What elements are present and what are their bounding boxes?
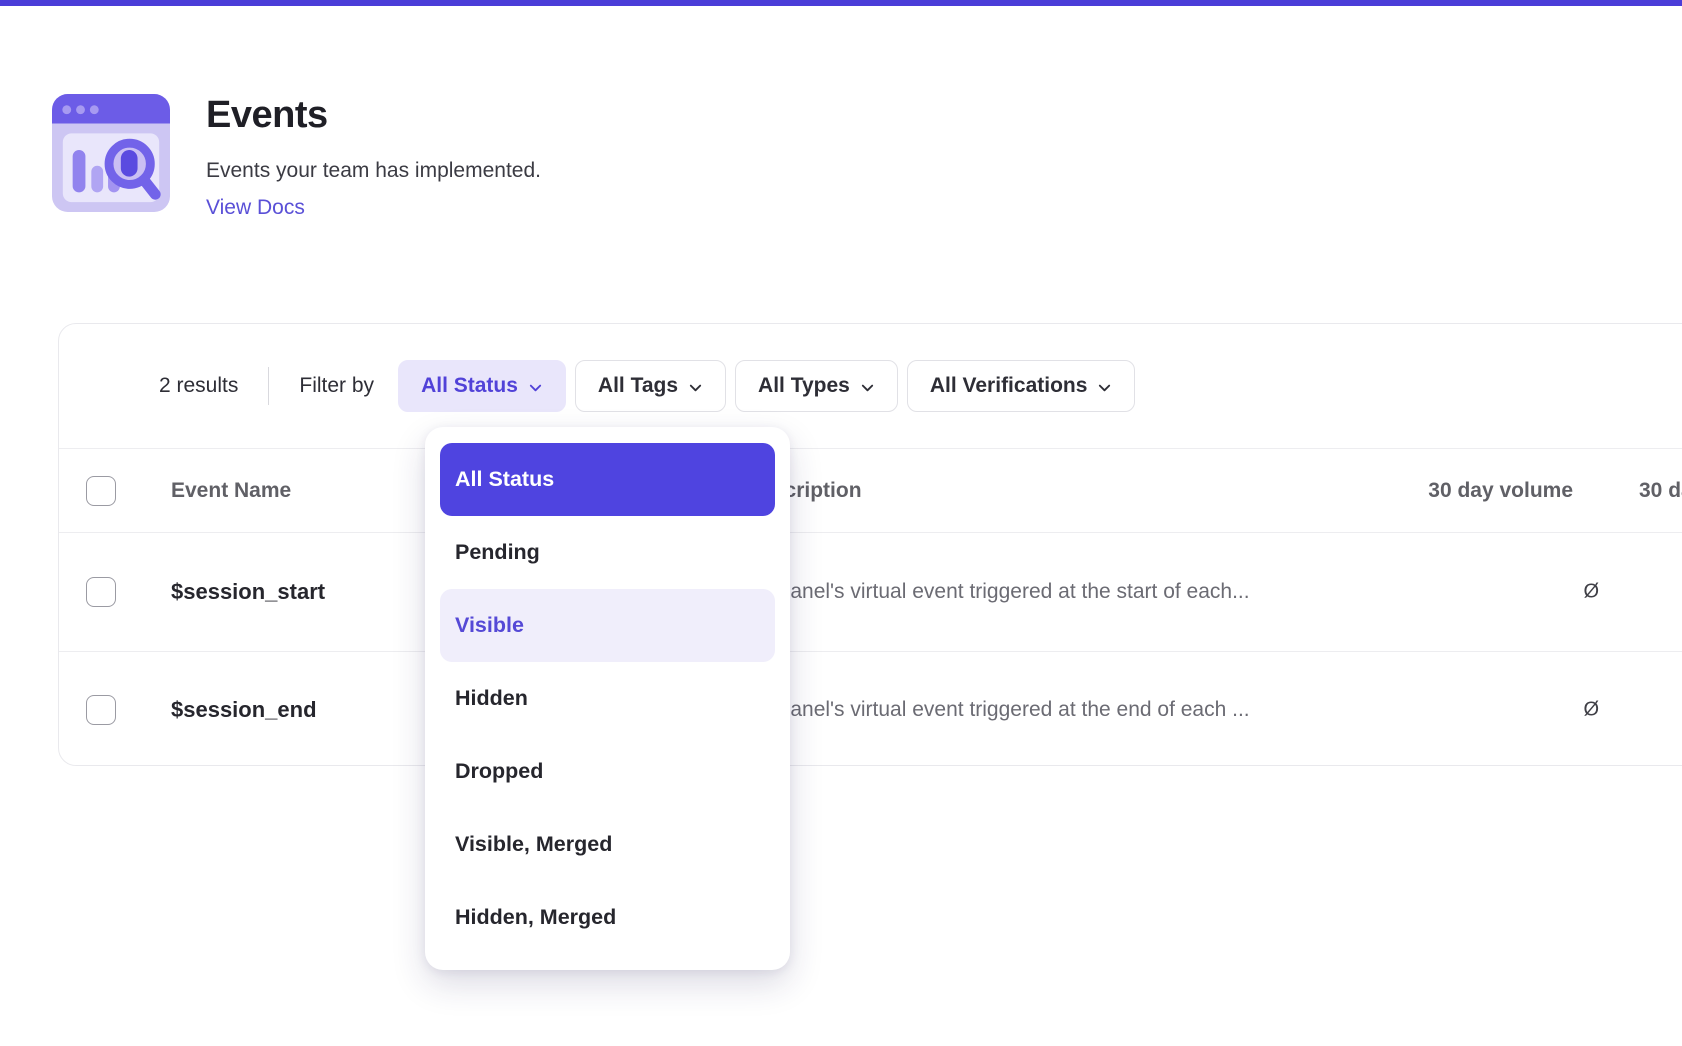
select-all-checkbox[interactable] [86,476,116,506]
page-header-text: Events Events your team has implemented.… [206,94,541,220]
events-page-icon [52,94,170,212]
table-header-row: Event Name Description 30 day volume 30 … [59,448,1682,533]
column-header-30-day-volume: 30 day volume [1213,479,1573,503]
event-description-cell: Mixpanel's virtual event triggered at th… [746,698,1250,722]
page-subtitle: Events your team has implemented. [206,158,541,183]
event-volume-cell: Ø [1239,698,1599,721]
tags-filter-label: All Tags [598,374,678,398]
dropdown-item-visible-merged[interactable]: Visible, Merged [440,808,775,881]
tags-filter-button[interactable]: All Tags [575,360,726,412]
table-row[interactable]: $session_start Mixpanel's virtual event … [59,533,1682,652]
results-count: 2 results [159,374,238,398]
event-name-cell[interactable]: $session_end [171,697,317,723]
view-docs-link[interactable]: View Docs [206,195,541,220]
chevron-down-icon [1097,380,1112,395]
status-filter-label: All Status [421,374,518,398]
dropdown-item-pending[interactable]: Pending [440,516,775,589]
verifications-filter-label: All Verifications [930,374,1088,398]
dropdown-item-visible[interactable]: Visible [440,589,775,662]
row-checkbox[interactable] [86,577,116,607]
table-row[interactable]: $session_end Mixpanel's virtual event tr… [59,652,1682,767]
chevron-down-icon [528,380,543,395]
status-filter-button[interactable]: All Status [398,360,566,412]
filter-by-label: Filter by [299,374,374,398]
event-description-cell: Mixpanel's virtual event triggered at th… [746,580,1250,604]
page-title: Events [206,96,541,134]
dropdown-item-hidden[interactable]: Hidden [440,662,775,735]
status-filter-dropdown: All Status Pending Visible Hidden Droppe… [425,427,790,970]
row-checkbox[interactable] [86,695,116,725]
event-volume-cell: Ø [1239,581,1599,604]
event-name-cell[interactable]: $session_start [171,579,325,605]
column-header-event-name: Event Name [171,479,291,503]
dropdown-item-hidden-merged[interactable]: Hidden, Merged [440,881,775,954]
verifications-filter-button[interactable]: All Verifications [907,360,1136,412]
chevron-down-icon [688,380,703,395]
page-header: Events Events your team has implemented.… [52,94,541,220]
filter-bar: 2 results Filter by All Status All Tags … [59,324,1682,448]
events-page: Events Events your team has implemented.… [0,0,1682,1046]
dropdown-item-dropped[interactable]: Dropped [440,735,775,808]
column-header-30-day-users: 30 day users [1639,479,1682,503]
filter-bar-divider [268,367,269,405]
chevron-down-icon [860,380,875,395]
events-table-card: 2 results Filter by All Status All Tags … [58,323,1682,766]
types-filter-button[interactable]: All Types [735,360,898,412]
dropdown-item-all-status[interactable]: All Status [440,443,775,516]
types-filter-label: All Types [758,374,850,398]
top-accent-bar [0,0,1682,6]
